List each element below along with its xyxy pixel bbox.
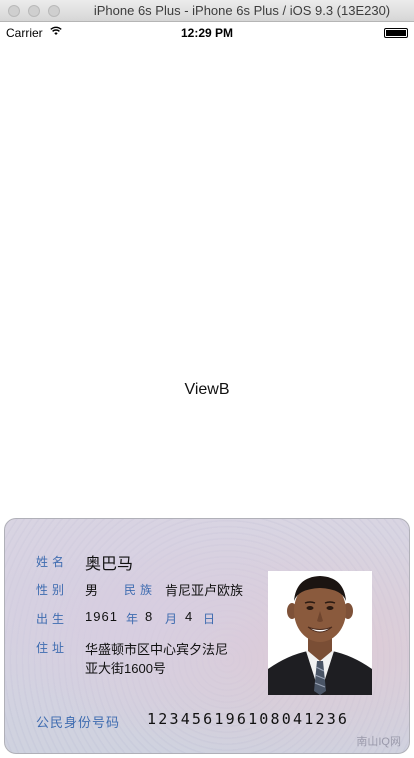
address-label: 住址 [36,641,69,655]
sex-label: 性别 [36,583,69,597]
birth-year: 1961 [85,609,118,624]
ethnicity-value: 肯尼亚卢欧族 [165,583,244,598]
portrait-photo [268,571,372,695]
sex-value: 男 [85,583,99,598]
birth-month: 8 [145,609,153,624]
birth-day: 4 [185,609,193,624]
year-unit: 年 [126,612,143,626]
id-number-value: 123456196108041236 [147,710,350,728]
birth-label: 出生 [36,612,69,626]
window-title: iPhone 6s Plus - iPhone 6s Plus / iOS 9.… [93,3,391,18]
id-card-image: 姓名 奥巴马 性别 男 民族 肯尼亚卢欧族 出生 1961 年 8 月 4 日 … [4,518,410,754]
status-time: 12:29 PM [180,26,234,40]
address-line-1: 华盛顿市区中心宾夕法尼 [85,642,229,657]
battery-icon [384,28,408,38]
minimize-window-button[interactable] [28,5,40,17]
address-line-2: 亚大街1600号 [85,661,166,676]
status-bar: Carrier 12:29 PM [0,22,414,42]
simulator-title-bar: iPhone 6s Plus - iPhone 6s Plus / iOS 9.… [0,0,414,22]
watermark-logo: 南山IQ网 [356,736,401,748]
view-title-label: ViewB [184,381,230,398]
name-value: 奥巴马 [85,556,134,573]
month-unit: 月 [165,612,182,626]
name-label: 姓名 [36,555,69,569]
close-window-button[interactable] [8,5,20,17]
id-number-label: 公民身份号码 [36,715,121,730]
day-unit: 日 [203,612,220,626]
ethnicity-label: 民族 [124,583,157,597]
zoom-window-button[interactable] [48,5,60,17]
